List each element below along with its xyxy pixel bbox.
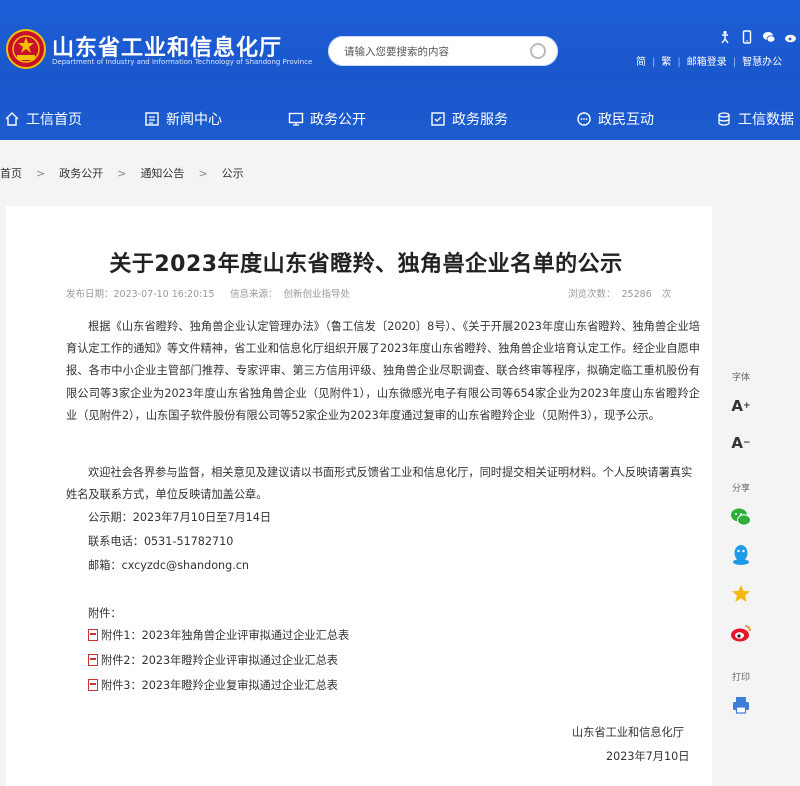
search-box[interactable]: 请输入您要搜索的内容: [328, 36, 558, 66]
database-icon: [718, 112, 730, 126]
nav-label: 政务公开: [310, 112, 366, 128]
plus-icon: +: [743, 401, 751, 411]
breadcrumb-home[interactable]: 首页: [0, 165, 22, 181]
issue-date: 2023年7月10日: [606, 750, 690, 763]
qzone-star-icon: [732, 585, 750, 602]
info-source-label: 信息来源：: [230, 289, 278, 300]
nav-item-home[interactable]: 工信首页: [4, 108, 82, 130]
font-decrease-label: A: [731, 434, 744, 452]
nav-item-data[interactable]: 工信数据: [716, 108, 794, 130]
nav-label: 政务服务: [452, 112, 508, 128]
publish-date: 发布日期：2023-07-10 16:20:15: [66, 289, 215, 300]
breadcrumb-gov-affairs[interactable]: 政务公开: [59, 165, 103, 181]
weibo-icon: [731, 625, 751, 642]
search-icon[interactable]: [530, 43, 546, 59]
font-increase-label: A: [731, 397, 744, 415]
header-links: 简 | 繁 | 邮箱登录 | 智慧办公: [636, 53, 782, 68]
attachment-link[interactable]: 附件1：2023年独角兽企业评审拟通过企业汇总表: [88, 627, 349, 643]
minus-icon: −: [743, 438, 751, 448]
pdf-icon: [88, 679, 98, 691]
share-label: 分享: [731, 484, 750, 494]
article-panel: 关于2023年度山东省瞪羚、独角兽企业名单的公示 发布日期：2023-07-10…: [6, 206, 712, 786]
nav-label: 政民互动: [598, 112, 654, 128]
accessibility-icon[interactable]: [718, 30, 732, 44]
printer-icon: [733, 697, 749, 714]
nav-label: 工信数据: [738, 112, 794, 128]
site-header: 山东省工业和信息化厅 Department of Industry and In…: [0, 0, 800, 140]
breadcrumb-notices[interactable]: 通知公告: [140, 165, 184, 181]
wechat-icon: [731, 508, 751, 526]
share-qzone-button[interactable]: [728, 581, 754, 607]
body-paragraph: 欢迎社会各界参与监督，相关意见及建议请以书面形式反馈省工业和信息化厅，同时提交相…: [66, 466, 693, 502]
view-count-unit: 次: [661, 289, 672, 300]
attachment-title[interactable]: 附件1：2023年独角兽企业评审拟通过企业汇总表: [101, 627, 349, 643]
font-size-label: 字体: [731, 373, 750, 383]
smart-office-link[interactable]: 智慧办公: [742, 53, 782, 68]
search-input[interactable]: 请输入您要搜索的内容: [344, 44, 449, 59]
nav-item-gov-affairs[interactable]: 政务公开: [288, 108, 366, 130]
simplified-chinese-link[interactable]: 简: [636, 53, 646, 68]
weibo-icon[interactable]: [784, 30, 798, 44]
pdf-icon: [88, 654, 98, 666]
nav-label: 新闻中心: [166, 112, 222, 128]
share-qq-button[interactable]: [728, 542, 754, 568]
home-icon: [5, 112, 19, 126]
attachments-label: 附件：: [88, 607, 122, 620]
wechat-icon[interactable]: [762, 30, 776, 44]
email-login-link[interactable]: 邮箱登录: [687, 53, 727, 68]
share-weibo-button[interactable]: [728, 620, 754, 646]
chevron-right-icon: >: [36, 166, 46, 180]
font-increase-button[interactable]: A +: [728, 393, 754, 419]
breadcrumb-publicity[interactable]: 公示: [222, 165, 244, 181]
divider: |: [732, 57, 737, 68]
issuer-signature: 山东省工业和信息化厅: [572, 726, 684, 739]
publicity-period: 公示期：2023年7月10日至7月14日: [88, 511, 272, 524]
view-count-value: 25286: [621, 289, 652, 300]
print-button[interactable]: [728, 692, 754, 718]
service-icon: [431, 112, 445, 126]
attachment-title[interactable]: 附件3：2023年瞪羚企业复审拟通过企业汇总表: [101, 677, 338, 693]
nav-item-news[interactable]: 新闻中心: [144, 108, 222, 130]
font-decrease-button[interactable]: A −: [728, 430, 754, 456]
nav-label: 工信首页: [26, 112, 82, 128]
nav-item-gov-service[interactable]: 政务服务: [430, 108, 508, 130]
attachment-link[interactable]: 附件2：2023年瞪羚企业评审拟通过企业汇总表: [88, 652, 338, 668]
divider: |: [652, 57, 656, 68]
chevron-right-icon: >: [198, 166, 208, 180]
monitor-icon: [288, 112, 304, 126]
share-wechat-button[interactable]: [728, 504, 754, 530]
view-count: 浏览次数： 25286 次: [568, 286, 671, 300]
divider: |: [677, 57, 681, 68]
article-title: 关于2023年度山东省瞪羚、独角兽企业名单的公示: [109, 252, 623, 277]
national-emblem-icon[interactable]: [6, 28, 46, 70]
mobile-icon[interactable]: [740, 30, 754, 44]
print-label: 打印: [731, 673, 750, 683]
main-nav: 工信首页 新闻中心 政务公开 政务服务 政民互动 工信数据: [0, 100, 800, 136]
interaction-icon: [577, 112, 591, 126]
body-paragraph: 根据《山东省瞪羚、独角兽企业认定管理办法》（鲁工信发〔2020〕8号）、《关于开…: [66, 320, 700, 422]
attachment-link[interactable]: 附件3：2023年瞪羚企业复审拟通过企业汇总表: [88, 677, 338, 693]
attachment-title[interactable]: 附件2：2023年瞪羚企业评审拟通过企业汇总表: [101, 652, 338, 668]
info-source: 信息来源： 创新创业指导处: [230, 286, 350, 300]
view-count-label: 浏览次数：: [568, 289, 616, 300]
site-name-english: Department of Industry and Information T…: [52, 58, 313, 66]
chevron-right-icon: >: [117, 166, 127, 180]
qq-icon: [733, 545, 749, 565]
news-icon: [145, 112, 159, 126]
contact-phone: 联系电话：0531-51782710: [88, 535, 234, 548]
traditional-chinese-link[interactable]: 繁: [661, 53, 671, 68]
info-source-value: 创新创业指导处: [283, 289, 351, 300]
breadcrumb: 首页 > 政务公开 > 通知公告 > 公示: [0, 164, 244, 182]
nav-item-interaction[interactable]: 政民互动: [576, 108, 654, 130]
contact-email: 邮箱：cxcyzdc@shandong.cn: [88, 559, 250, 572]
pdf-icon: [88, 629, 98, 641]
accessibility-tools: [716, 30, 800, 46]
